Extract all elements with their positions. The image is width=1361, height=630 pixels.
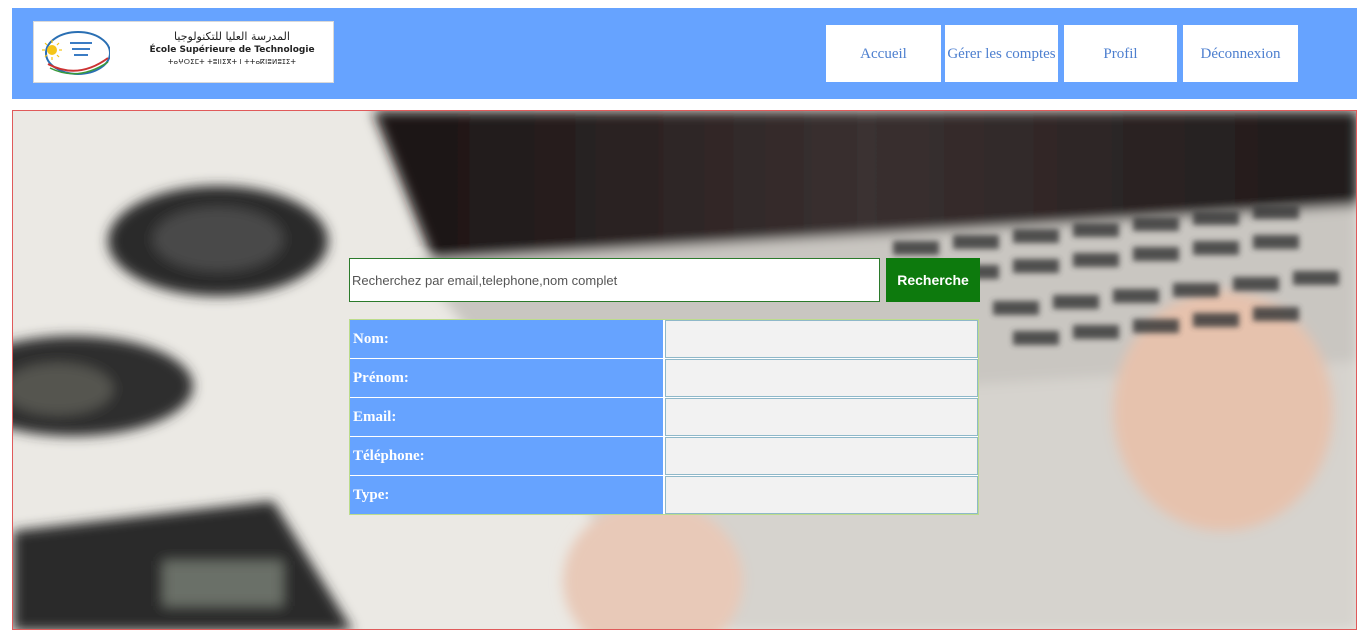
table-row-prenom: Prénom: <box>350 359 978 398</box>
table-row-email: Email: <box>350 398 978 437</box>
search-button[interactable]: Recherche <box>886 258 980 302</box>
hero-section: Recherche Nom: Prénom: Email: Téléphone:… <box>12 110 1357 630</box>
table-value-telephone <box>665 437 978 475</box>
table-label-telephone: Téléphone: <box>350 437 663 475</box>
table-row-telephone: Téléphone: <box>350 437 978 476</box>
table-label-type: Type: <box>350 476 663 514</box>
table-value-nom <box>665 320 978 358</box>
table-label-email: Email: <box>350 398 663 436</box>
logo-latin-text: École Supérieure de Technologie <box>149 45 315 55</box>
table-row-type: Type: <box>350 476 978 514</box>
school-logo[interactable]: المدرسة العليا للتكنولوجيا École Supérie… <box>33 21 334 83</box>
table-label-nom: Nom: <box>350 320 663 358</box>
table-row-nom: Nom: <box>350 320 978 359</box>
table-label-prenom: Prénom: <box>350 359 663 397</box>
table-value-prenom <box>665 359 978 397</box>
nav-gerer-comptes-button[interactable]: Gérer les comptes <box>945 25 1058 82</box>
header: المدرسة العليا للتكنولوجيا École Supérie… <box>12 8 1357 99</box>
logo-arabic-text: المدرسة العليا للتكنولوجيا <box>174 30 290 43</box>
table-value-type <box>665 476 978 514</box>
nav-deconnexion-button[interactable]: Déconnexion <box>1183 25 1298 82</box>
search-input[interactable] <box>349 258 880 302</box>
nav-profil-button[interactable]: Profil <box>1064 25 1177 82</box>
table-value-email <box>665 398 978 436</box>
logo-tifinagh-text: ⵜⴰⵖⵔⵉⵎⵜ ⵜⵓⵏⵏⵉⴳⵜ ⵏ ⵜⵜⴰⴽⵏⵓⵍⵓⵊⵉⵜ <box>167 58 297 66</box>
user-info-table: Nom: Prénom: Email: Téléphone: Type: <box>349 319 979 515</box>
nav-accueil-button[interactable]: Accueil <box>826 25 941 82</box>
school-emblem-icon <box>42 31 110 75</box>
